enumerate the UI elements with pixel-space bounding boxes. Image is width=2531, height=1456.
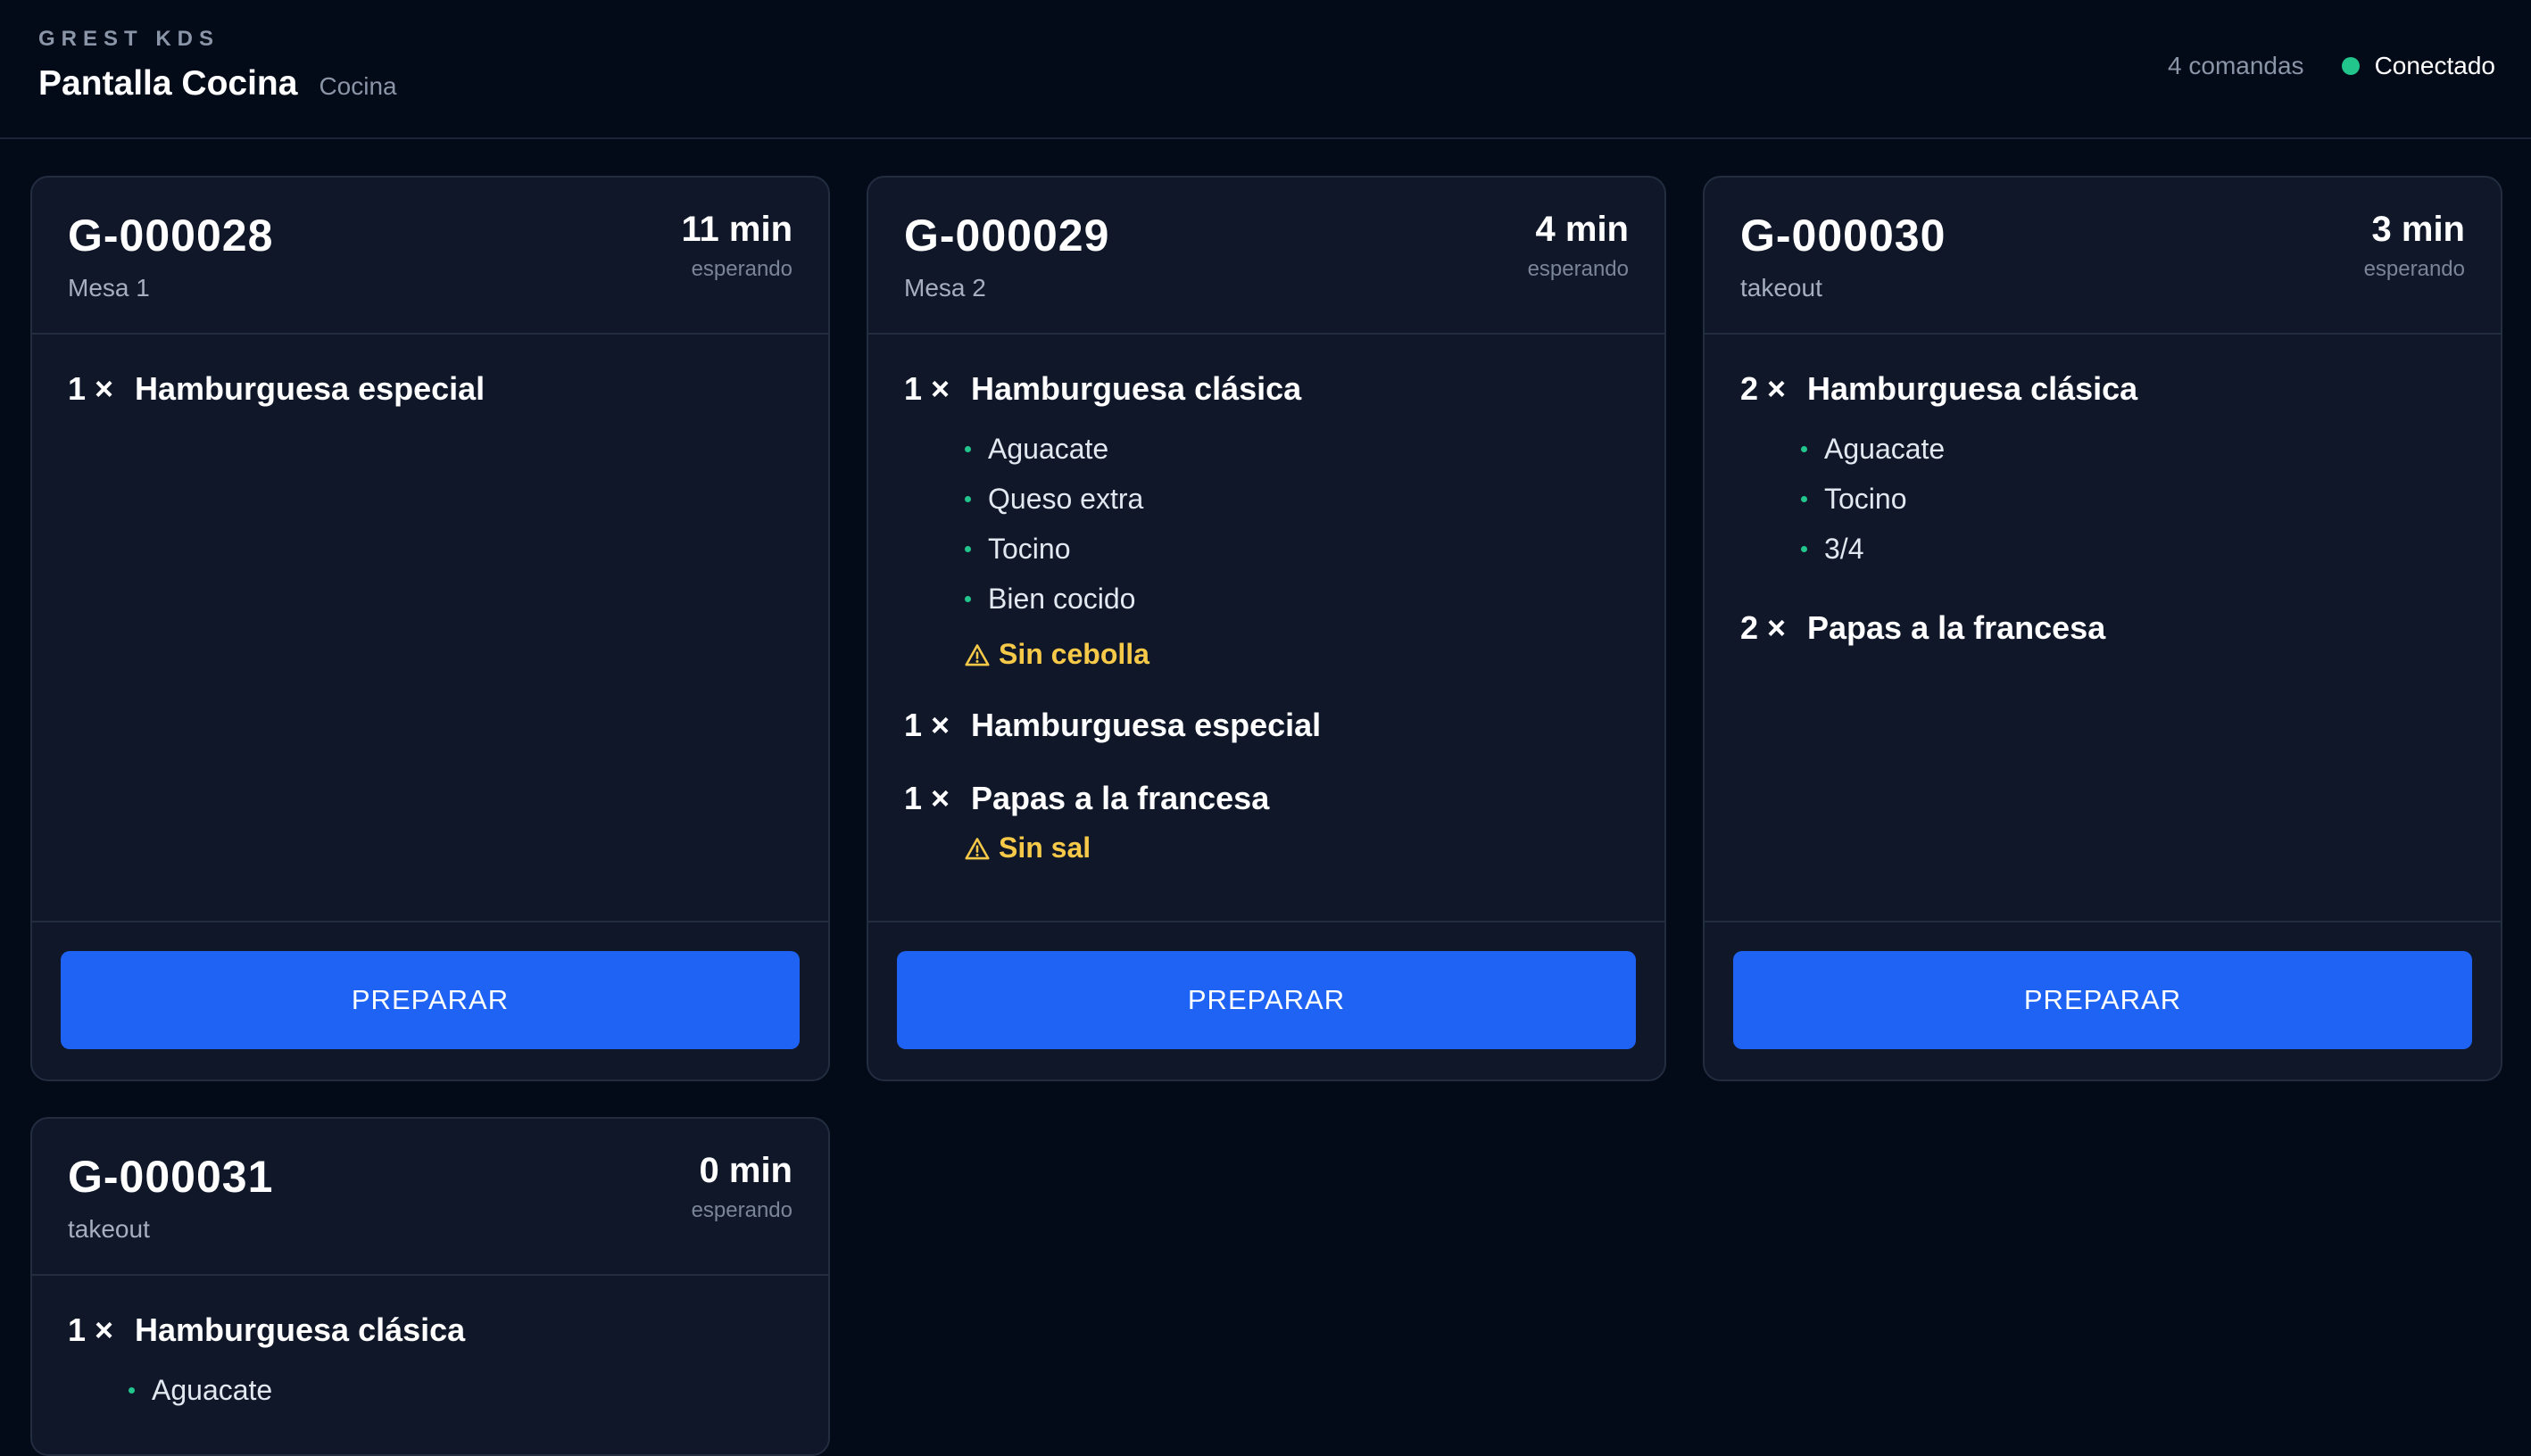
- order-card: G-000031 takeout 0 min esperando 1 × Ham…: [30, 1117, 830, 1456]
- bullet-icon: [965, 595, 971, 602]
- order-items: 1 × Hamburguesa clásica Aguacate Queso e…: [868, 335, 1664, 864]
- warning-icon: [965, 643, 990, 666]
- item-name: Hamburguesa especial: [135, 370, 485, 407]
- order-item: 1 × Hamburguesa especial: [904, 707, 1629, 744]
- modifier: Tocino: [1801, 474, 2465, 524]
- modifier: Aguacate: [1801, 424, 2465, 474]
- brand-label: GREST KDS: [38, 27, 220, 51]
- wait-minutes: 4 min: [1535, 210, 1629, 249]
- order-header: G-000031 takeout 0 min esperando: [32, 1119, 828, 1276]
- title-row: Pantalla Cocina Cocina: [38, 64, 397, 103]
- modifier: Queso extra: [965, 474, 1629, 524]
- bullet-icon: [965, 445, 971, 452]
- bullet-icon: [1801, 545, 1807, 552]
- warning-icon: [965, 837, 990, 859]
- order-footer: PREPARAR: [32, 921, 828, 1080]
- item-note: Sin cebolla: [965, 638, 1629, 671]
- order-card: G-000029 Mesa 2 4 min esperando 1 × Hamb…: [867, 176, 1666, 1081]
- item-quantity: 2 ×: [1740, 609, 1787, 646]
- order-items: 2 × Hamburguesa clásica Aguacate Tocino …: [1705, 335, 2501, 647]
- modifier: Tocino: [965, 524, 1629, 574]
- app-header: GREST KDS Pantalla Cocina Cocina 4 coman…: [0, 0, 2531, 139]
- connection-status: Conectado: [2374, 52, 2495, 79]
- order-items: 1 × Hamburguesa clásica Aguacate: [32, 1276, 828, 1415]
- item-name: Papas a la francesa: [971, 780, 1270, 816]
- item-note: Sin sal: [965, 831, 1629, 864]
- prepare-button[interactable]: PREPARAR: [61, 951, 800, 1049]
- order-header: G-000030 takeout 3 min esperando: [1705, 178, 2501, 335]
- order-items: 1 × Hamburguesa especial: [32, 335, 828, 408]
- orders-count: 4 comandas: [2168, 52, 2304, 79]
- order-item: 2 × Papas a la francesa: [1740, 609, 2465, 647]
- wait-time: 0 min esperando: [692, 1151, 792, 1223]
- order-footer: PREPARAR: [868, 921, 1664, 1080]
- order-item: 1 × Papas a la francesa Sin sal: [904, 780, 1629, 864]
- bullet-icon: [965, 495, 971, 502]
- wait-label: esperando: [691, 257, 792, 281]
- order-location: takeout: [1740, 274, 1822, 302]
- item-quantity: 1 ×: [904, 707, 950, 743]
- order-header: G-000029 Mesa 2 4 min esperando: [868, 178, 1664, 335]
- page-title: Pantalla Cocina: [38, 64, 298, 103]
- order-item: 2 × Hamburguesa clásica Aguacate Tocino …: [1740, 370, 2465, 574]
- order-item: 1 × Hamburguesa clásica Aguacate Queso e…: [904, 370, 1629, 671]
- wait-minutes: 11 min: [681, 210, 792, 249]
- item-modifiers: Aguacate Queso extra Tocino Bien cocido: [965, 424, 1629, 624]
- order-id: G-000031: [68, 1152, 274, 1202]
- bullet-icon: [129, 1386, 135, 1394]
- item-name: Papas a la francesa: [1807, 609, 2106, 646]
- wait-label: esperando: [2363, 257, 2465, 281]
- order-id: G-000028: [68, 211, 274, 261]
- item-quantity: 1 ×: [68, 1311, 114, 1348]
- item-name: Hamburguesa clásica: [971, 370, 1302, 407]
- prepare-button[interactable]: PREPARAR: [897, 951, 1636, 1049]
- prepare-button[interactable]: PREPARAR: [1733, 951, 2472, 1049]
- item-modifiers: Aguacate Tocino 3/4: [1801, 424, 2465, 574]
- item-name: Hamburguesa especial: [971, 707, 1322, 743]
- bullet-icon: [1801, 445, 1807, 452]
- order-footer: PREPARAR: [1705, 921, 2501, 1080]
- item-quantity: 1 ×: [68, 370, 114, 407]
- item-name: Hamburguesa clásica: [135, 1311, 466, 1348]
- wait-minutes: 3 min: [2371, 210, 2465, 249]
- order-id: G-000030: [1740, 211, 1946, 261]
- item-quantity: 1 ×: [904, 780, 950, 816]
- order-location: takeout: [68, 1215, 150, 1243]
- item-name: Hamburguesa clásica: [1807, 370, 2138, 407]
- bullet-icon: [965, 545, 971, 552]
- header-status: 4 comandas Conectado: [2168, 52, 2495, 80]
- order-header: G-000028 Mesa 1 11 min esperando: [32, 178, 828, 335]
- item-quantity: 2 ×: [1740, 370, 1787, 407]
- order-location: Mesa 2: [904, 274, 986, 302]
- wait-label: esperando: [691, 1198, 792, 1222]
- order-card: G-000028 Mesa 1 11 min esperando 1 × Ham…: [30, 176, 830, 1081]
- wait-time: 11 min esperando: [681, 210, 792, 282]
- bullet-icon: [1801, 495, 1807, 502]
- modifier: Bien cocido: [965, 574, 1629, 624]
- order-location: Mesa 1: [68, 274, 150, 302]
- item-quantity: 1 ×: [904, 370, 950, 407]
- order-card: G-000030 takeout 3 min esperando 2 × Ham…: [1703, 176, 2502, 1081]
- wait-label: esperando: [1527, 257, 1629, 281]
- wait-time: 4 min esperando: [1528, 210, 1629, 282]
- connection-status-dot: [2341, 57, 2360, 75]
- order-item: 1 × Hamburguesa clásica Aguacate: [68, 1311, 792, 1415]
- wait-time: 3 min esperando: [2364, 210, 2465, 282]
- station-label: Cocina: [319, 72, 397, 100]
- modifier: 3/4: [1801, 524, 2465, 574]
- wait-minutes: 0 min: [699, 1151, 792, 1190]
- modifier: Aguacate: [965, 424, 1629, 474]
- order-item: 1 × Hamburguesa especial: [68, 370, 792, 408]
- order-id: G-000029: [904, 211, 1110, 261]
